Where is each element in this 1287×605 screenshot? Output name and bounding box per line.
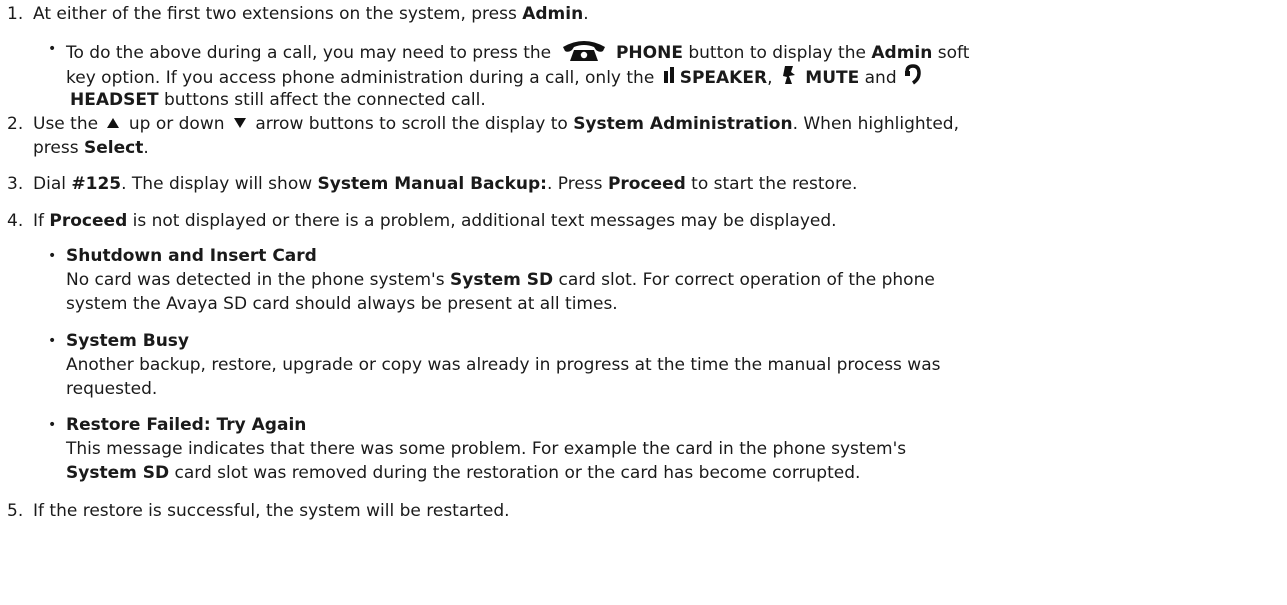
- bullet: •: [48, 248, 57, 264]
- up-arrow-icon: [106, 113, 120, 135]
- step-number: 4.: [7, 211, 24, 231]
- headset-icon: [905, 64, 921, 92]
- instruction-document: 1. At either of the first two extensions…: [7, 4, 970, 521]
- step-number: 5.: [7, 501, 24, 521]
- step-number: 1.: [7, 4, 24, 24]
- step-number: 3.: [7, 174, 24, 194]
- admin-key-label: Admin: [522, 4, 584, 24]
- down-arrow-icon: [233, 113, 247, 135]
- bullet: •: [48, 417, 57, 433]
- bullet: •: [48, 41, 57, 57]
- bullet: •: [48, 333, 57, 349]
- mute-icon: [781, 65, 797, 91]
- speaker-icon: [663, 66, 677, 90]
- step-number: 2.: [7, 114, 24, 134]
- step-text: At either of the first two extensions on…: [33, 4, 589, 24]
